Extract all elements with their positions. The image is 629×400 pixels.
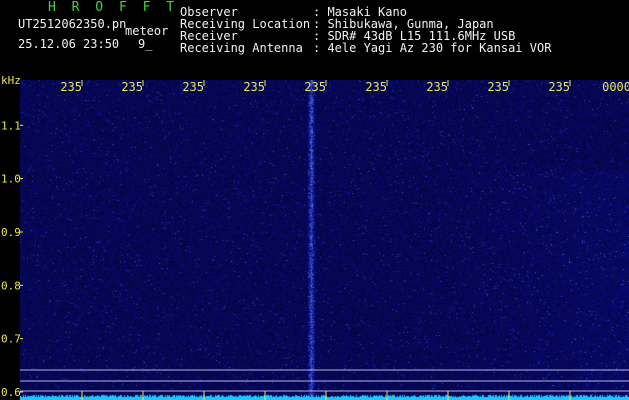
y-tick-label: 0.9 — [1, 226, 21, 239]
antenna-label: Receiving Antenna — [180, 41, 303, 55]
hrofft-window: H R O F F T UT2512062350.pn meteor 25.12… — [0, 0, 629, 400]
event-count: 9_ — [138, 37, 153, 51]
waterfall-canvas — [20, 80, 629, 400]
capture-datetime: 25.12.06 23:50 — [18, 37, 120, 51]
y-axis-unit: kHz — [1, 74, 21, 87]
spectrogram-panel — [20, 80, 629, 400]
detection-tag: meteor — [125, 24, 169, 38]
y-tick-label: 0.6 — [1, 386, 21, 399]
y-tick-label: 1.1 — [1, 119, 21, 132]
app-title: H R O F F T — [48, 0, 179, 15]
file-name: UT2512062350.pn — [18, 17, 127, 31]
y-tick-label: 0.8 — [1, 279, 21, 292]
antenna-value: : 4ele Yagi Az 230 for Kansai VOR — [313, 41, 552, 55]
y-tick-label: 0.7 — [1, 333, 21, 346]
y-tick-label: 1.0 — [1, 173, 21, 186]
